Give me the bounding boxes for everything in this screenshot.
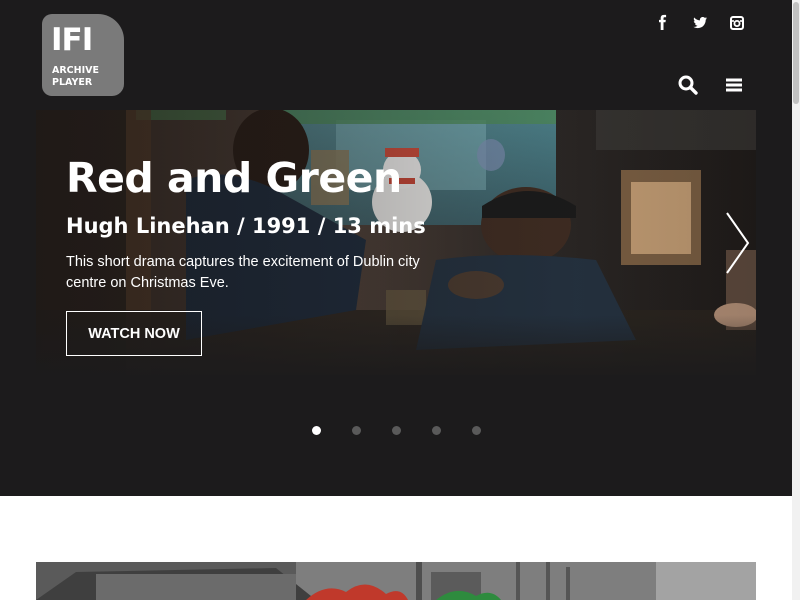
logo-subtitle: ARCHIVE PLAYER	[52, 65, 99, 89]
logo-subtitle-line2: PLAYER	[52, 77, 93, 88]
film-card-image[interactable]	[36, 562, 756, 600]
facebook-icon[interactable]	[654, 14, 672, 32]
ifi-archive-player-logo[interactable]: IFI ARCHIVE PLAYER	[42, 14, 124, 96]
scrollbar-thumb[interactable]	[793, 2, 799, 104]
hero-meta: Hugh Linehan / 1991 / 13 mins	[66, 214, 426, 238]
carousel-dot-4[interactable]	[432, 426, 441, 435]
twitter-icon[interactable]	[691, 14, 709, 32]
carousel-dots	[0, 426, 792, 436]
logo-title: IFI	[51, 22, 93, 58]
carousel-dot-2[interactable]	[352, 426, 361, 435]
hero-description: This short drama captures the excitement…	[66, 254, 420, 291]
hamburger-menu-icon[interactable]	[723, 74, 745, 96]
instagram-icon[interactable]	[728, 14, 746, 32]
chevron-right-icon[interactable]	[722, 210, 752, 276]
search-icon[interactable]	[677, 74, 699, 96]
carousel-dot-1[interactable]	[312, 426, 321, 435]
carousel-dot-5[interactable]	[472, 426, 481, 435]
watch-now-button[interactable]: WATCH NOW	[66, 311, 202, 356]
logo-subtitle-line1: ARCHIVE	[52, 65, 99, 76]
page-scrollbar[interactable]	[792, 0, 800, 600]
carousel-dot-3[interactable]	[392, 426, 401, 435]
hero-title: Red and Green	[66, 154, 402, 202]
header-hero-section: IFI ARCHIVE PLAYER Red and Green Hugh Li…	[0, 0, 792, 496]
film-still-image	[36, 562, 756, 600]
page: IFI ARCHIVE PLAYER Red and Green Hugh Li…	[0, 0, 800, 600]
